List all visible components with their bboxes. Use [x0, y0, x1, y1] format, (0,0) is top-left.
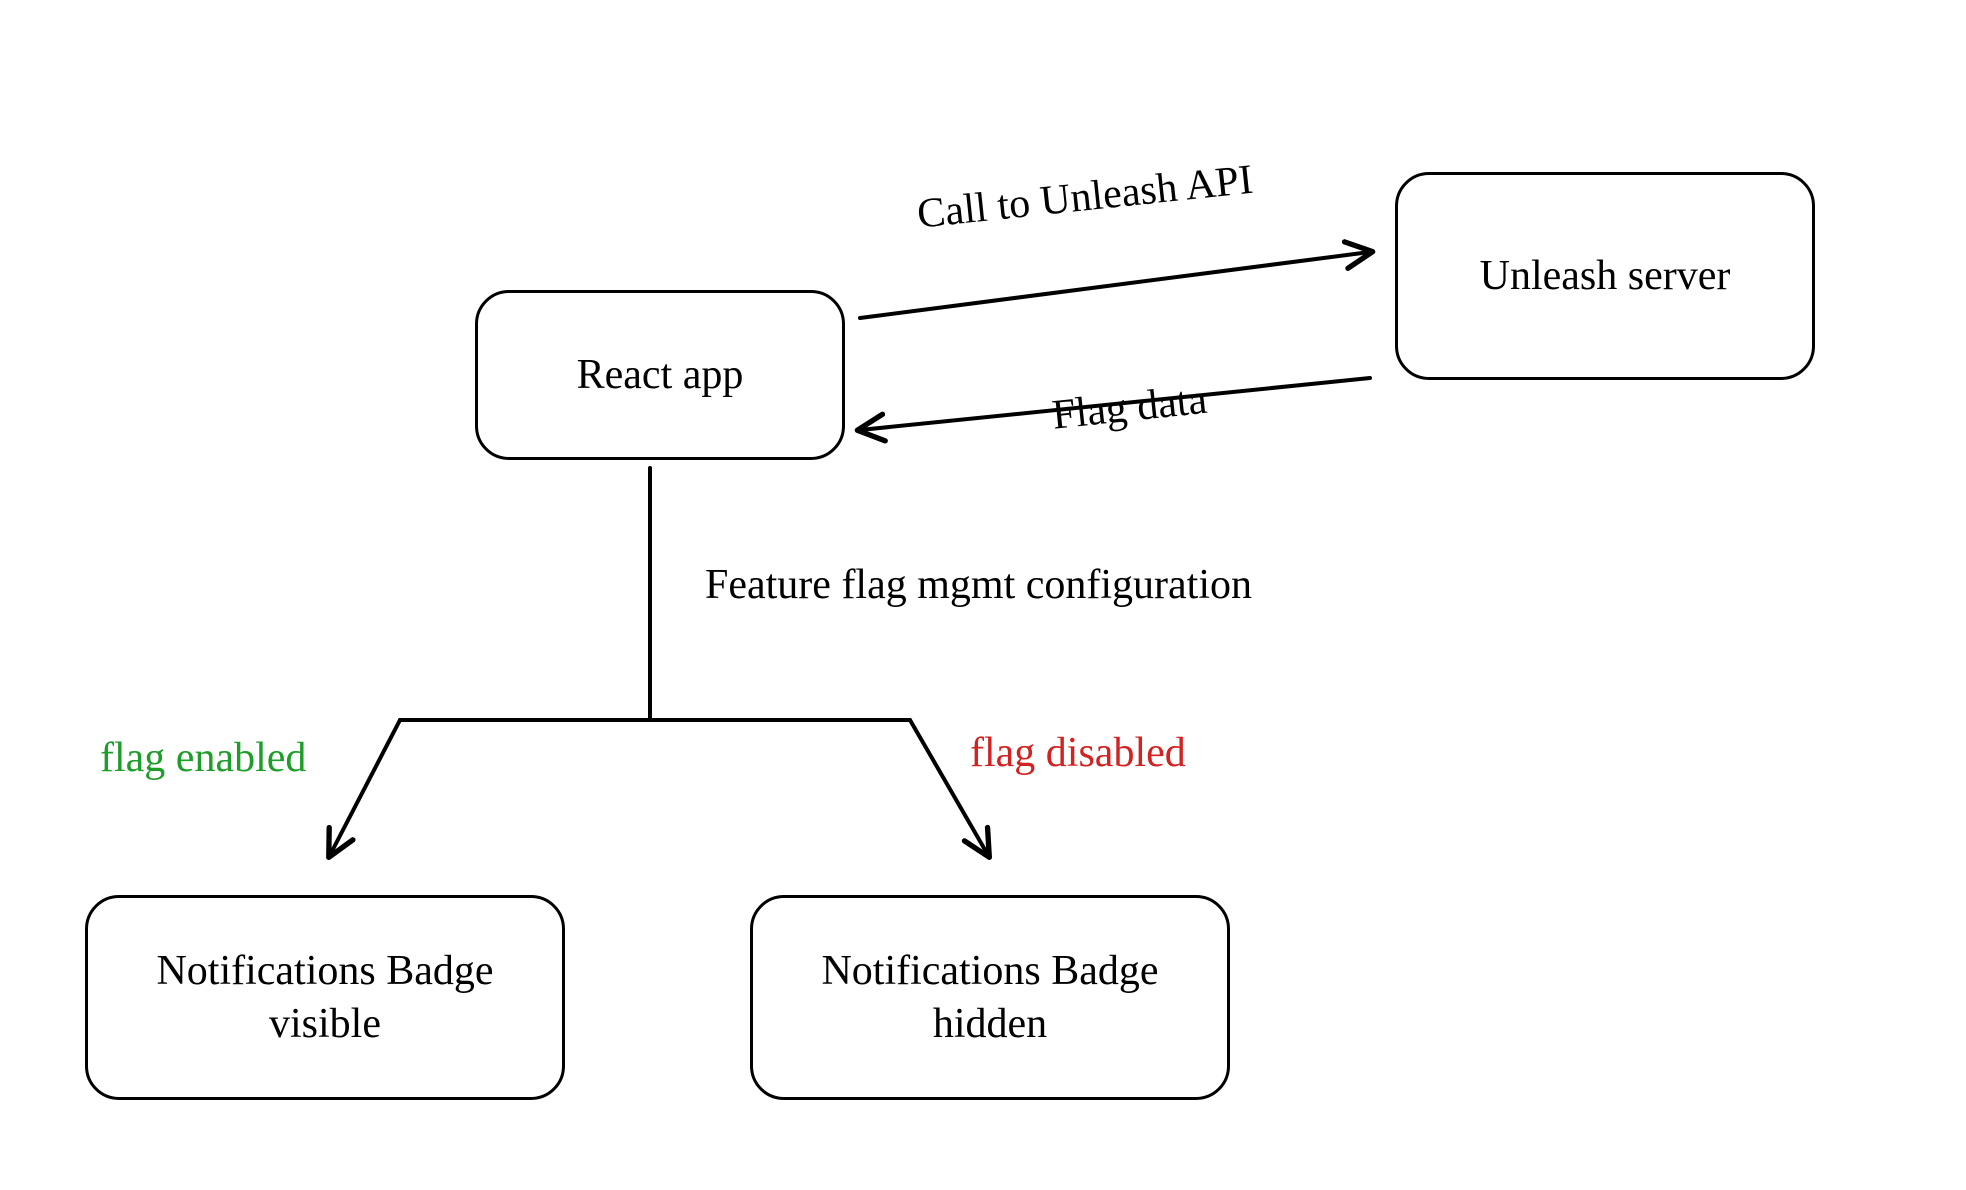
arrow-flag-enabled	[330, 720, 400, 855]
node-unleash-server: Unleash server	[1395, 172, 1815, 380]
node-label: Notifications Badge visible	[156, 945, 493, 1050]
label-config: Feature flag mgmt configuration	[705, 562, 1252, 608]
node-label: React app	[577, 349, 744, 402]
node-badge-visible: Notifications Badge visible	[85, 895, 565, 1100]
diagram-stage: React app Unleash server Notifications B…	[0, 0, 1966, 1190]
arrow-call-api	[860, 252, 1370, 318]
label-flag-disabled: flag disabled	[970, 730, 1186, 776]
label-flag-enabled: flag enabled	[100, 735, 306, 781]
node-react-app: React app	[475, 290, 845, 460]
node-label: Unleash server	[1480, 250, 1731, 303]
node-badge-hidden: Notifications Badge hidden	[750, 895, 1230, 1100]
node-label: Notifications Badge hidden	[821, 945, 1158, 1050]
